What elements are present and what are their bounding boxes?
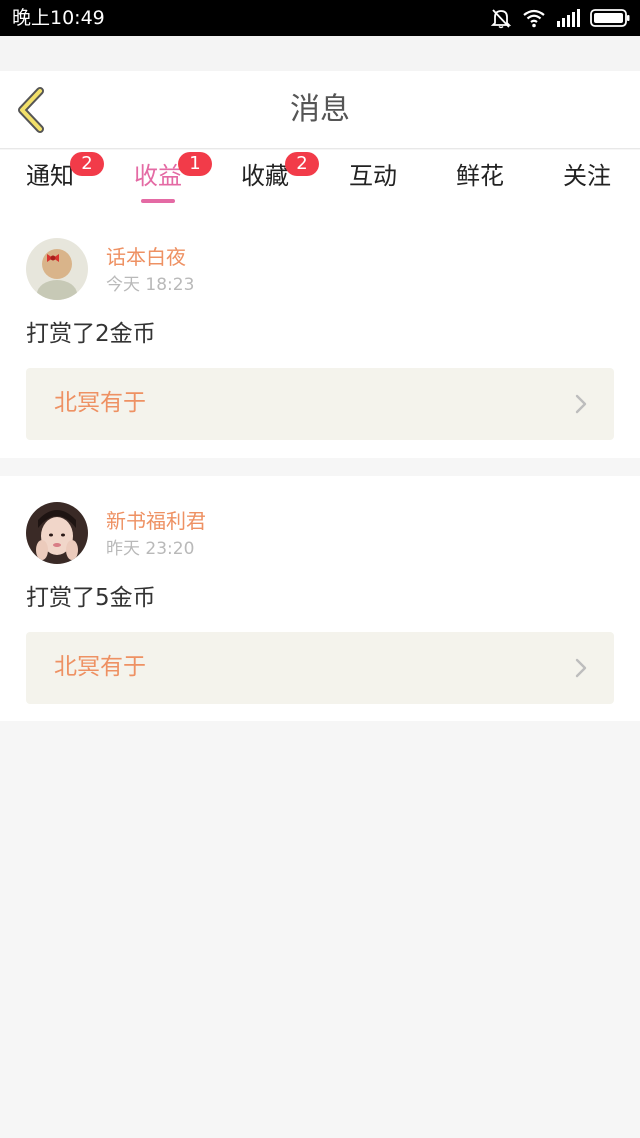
sender-name[interactable]: 新书福利君 [106, 508, 206, 534]
book-title: 北冥有于 [54, 654, 146, 680]
bell-muted-icon [490, 7, 512, 29]
avatar[interactable] [26, 502, 88, 564]
message-card: 新书福利君 昨天 23:20 打赏了5金币 北冥有于 [0, 476, 640, 721]
tab-label: 收益 [134, 162, 182, 190]
reward-text: 打赏了5金币 [26, 585, 156, 611]
status-time: 晚上10:49 [12, 7, 105, 29]
top-spacer [0, 36, 640, 71]
tab-label: 鲜花 [456, 162, 504, 190]
reward-text: 打赏了2金币 [26, 321, 156, 347]
tab-label: 关注 [563, 162, 611, 190]
message-timestamp: 昨天 23:20 [106, 539, 195, 559]
wifi-icon [522, 8, 546, 28]
chevron-right-icon [574, 393, 588, 415]
tab-bar: 通知 2 收益 1 收藏 2 互动 鲜花 关注 [0, 150, 640, 210]
status-icons [490, 7, 630, 29]
page-title: 消息 [290, 92, 350, 127]
battery-icon [590, 9, 630, 27]
active-tab-indicator [141, 199, 175, 203]
tab-following[interactable]: 关注 [563, 160, 611, 206]
book-link[interactable]: 北冥有于 [26, 632, 614, 704]
tab-interactions[interactable]: 互动 [349, 160, 397, 206]
book-title: 北冥有于 [54, 390, 146, 416]
tab-favorites[interactable]: 收藏 2 [241, 152, 319, 206]
tab-label: 收藏 [241, 162, 289, 190]
sender-name[interactable]: 话本白夜 [106, 244, 186, 270]
tab-notifications[interactable]: 通知 2 [26, 152, 104, 206]
tab-flowers[interactable]: 鲜花 [456, 160, 504, 206]
tab-earnings[interactable]: 收益 1 [134, 152, 212, 206]
status-bar: 晚上10:49 [0, 0, 640, 36]
unread-badge: 2 [285, 152, 319, 176]
tab-label: 互动 [349, 162, 397, 190]
avatar[interactable] [26, 238, 88, 300]
book-link[interactable]: 北冥有于 [26, 368, 614, 440]
message-card: 话本白夜 今天 18:23 打赏了2金币 北冥有于 [0, 210, 640, 458]
signal-icon [556, 9, 580, 27]
tab-label: 通知 [26, 162, 74, 190]
chevron-right-icon [574, 657, 588, 679]
header: 消息 [0, 71, 640, 149]
message-timestamp: 今天 18:23 [106, 275, 195, 295]
unread-badge: 2 [70, 152, 104, 176]
unread-badge: 1 [178, 152, 212, 176]
